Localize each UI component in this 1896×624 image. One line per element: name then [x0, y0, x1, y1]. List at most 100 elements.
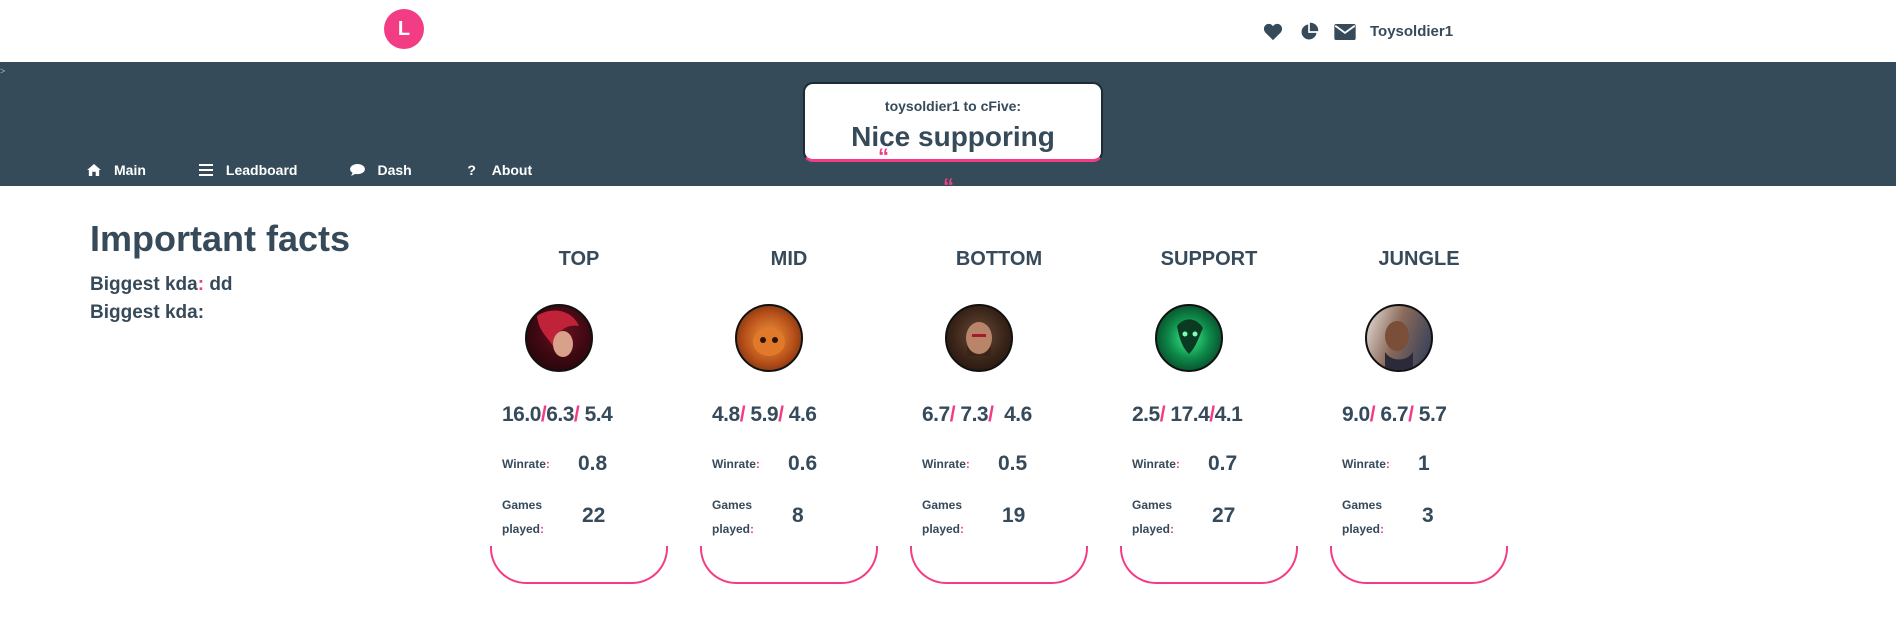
- winrate-label: Winrate:: [712, 457, 760, 471]
- message-text: Nice supporing: [851, 121, 1055, 152]
- label-colon: :: [545, 457, 550, 471]
- role-card-mid: MID 4.8/ 5.9/ 4.6 Winrate: 0.6 Games pla…: [700, 236, 878, 586]
- card-arc-border: [1120, 546, 1298, 584]
- list-icon: [198, 163, 214, 177]
- main-nav: Main Leadboard Dash ? About: [86, 162, 584, 178]
- label-colon: :: [965, 457, 970, 471]
- kda-separator: /: [1159, 403, 1166, 426]
- message-sender: toysoldier1 to cFive:: [884, 98, 1022, 114]
- kda-kills: 9.0: [1342, 403, 1370, 426]
- champion-portrait: [525, 304, 593, 372]
- kda-kills: 2.5: [1132, 403, 1160, 426]
- quote-mark-icon: “: [878, 144, 889, 169]
- kda-stats: 6.7/ 7.3/ 4.6: [922, 403, 1032, 427]
- kda-separator: /: [988, 403, 994, 426]
- games-played-label: Games played:: [712, 493, 772, 541]
- role-card-support: SUPPORT 2.5/ 17.4/4.1 Winrate: 0.7 Games…: [1120, 236, 1298, 586]
- winrate-label-text: Winrate: [502, 457, 546, 471]
- nav-leadboard[interactable]: Leadboard: [198, 162, 298, 178]
- kda-deaths: 17.4: [1170, 403, 1210, 426]
- pie-chart-icon[interactable]: [1298, 22, 1320, 42]
- games-played-label-text: Games played: [922, 498, 963, 536]
- label-colon: :: [1170, 522, 1175, 536]
- kda-assists: 4.1: [1214, 403, 1243, 426]
- winrate-label-text: Winrate: [712, 457, 756, 471]
- winrate-label: Winrate:: [502, 457, 550, 471]
- fact-item: Biggest kda:: [90, 302, 204, 324]
- games-played-value: 3: [1422, 504, 1434, 527]
- winrate-label-text: Winrate: [1342, 457, 1386, 471]
- role-title: SUPPORT: [1160, 248, 1258, 270]
- facts-title: Important facts: [90, 218, 351, 259]
- corner-caret-icon: >: [0, 66, 6, 76]
- winrate-label: Winrate:: [1132, 457, 1180, 471]
- header-banner: > toysoldier1 to cFive: Nice supporing “…: [0, 62, 1896, 199]
- champion-portrait: [945, 304, 1013, 372]
- games-played-label-text: Games played: [712, 498, 753, 536]
- role-title: TOP: [558, 248, 600, 270]
- winrate-value: 0.6: [788, 452, 818, 475]
- fact-label: Biggest kda: [90, 274, 198, 295]
- question-icon: ?: [467, 162, 476, 178]
- label-colon: :: [755, 457, 760, 471]
- label-colon: :: [1385, 457, 1390, 471]
- kda-stats: 2.5/ 17.4/4.1: [1132, 403, 1243, 427]
- card-arc-border: [910, 546, 1088, 584]
- games-played-label-text: Games played: [1132, 498, 1173, 536]
- games-played-label-text: Games played: [1342, 498, 1383, 536]
- role-title: MID: [770, 248, 808, 270]
- kda-separator: /: [1408, 403, 1414, 426]
- heart-icon[interactable]: [1262, 22, 1284, 42]
- champion-portrait: [1155, 304, 1223, 372]
- card-arc-border: [1330, 546, 1508, 584]
- kda-separator: /: [949, 403, 956, 426]
- games-played-label: Games played:: [1342, 493, 1402, 541]
- chat-icon: [349, 163, 365, 177]
- kda-assists: 4.6: [1004, 403, 1032, 426]
- username-link[interactable]: Toysoldier1: [1370, 23, 1453, 40]
- fact-label: Biggest kda: [90, 302, 198, 323]
- label-colon: :: [1380, 522, 1385, 536]
- champion-portrait: [1365, 304, 1433, 372]
- role-card-top: TOP 16.0/6.3/ 5.4 Winrate: 0.8 Games pla…: [490, 236, 668, 586]
- kda-assists: 5.7: [1418, 403, 1447, 426]
- games-played-value: 22: [582, 504, 606, 527]
- nav-leadboard-label: Leadboard: [225, 162, 298, 178]
- top-icons: [1262, 22, 1356, 42]
- nav-dash[interactable]: Dash: [349, 162, 412, 178]
- games-played-value: 8: [792, 504, 804, 527]
- kda-deaths: 6.3: [546, 403, 574, 426]
- label-colon: :: [750, 522, 755, 536]
- fact-item: Biggest kda: dd: [90, 274, 233, 296]
- home-icon: [86, 163, 102, 177]
- nav-dash-label: Dash: [377, 162, 412, 178]
- kda-deaths: 5.9: [750, 403, 779, 426]
- kda-kills: 4.8: [712, 403, 740, 426]
- nav-about[interactable]: ? About: [464, 162, 532, 178]
- role-title: BOTTOM: [955, 248, 1043, 270]
- winrate-value: 0.8: [578, 452, 608, 475]
- quote-mark-icon: “: [943, 174, 954, 199]
- nav-main[interactable]: Main: [86, 162, 146, 178]
- kda-separator: /: [778, 403, 784, 426]
- label-colon: :: [1175, 457, 1180, 471]
- winrate-label: Winrate:: [922, 457, 970, 471]
- games-played-label: Games played:: [1132, 493, 1192, 541]
- games-played-label-text: Games played: [502, 498, 543, 536]
- games-played-value: 19: [1002, 504, 1026, 527]
- message-box: toysoldier1 to cFive: Nice supporing “ “: [803, 82, 1103, 199]
- winrate-label-text: Winrate: [1132, 457, 1176, 471]
- kda-stats: 9.0/ 6.7/ 5.7: [1342, 403, 1447, 427]
- kda-assists: 5.4: [584, 403, 613, 426]
- role-card-bottom: BOTTOM 6.7/ 7.3/ 4.6 Winrate: 0.5 Games …: [910, 236, 1088, 586]
- kda-separator: /: [573, 403, 580, 426]
- role-card-jungle: JUNGLE 9.0/ 6.7/ 5.7 Winrate: 1 Games pl…: [1330, 236, 1508, 586]
- card-arc-border: [490, 546, 668, 584]
- winrate-label-text: Winrate: [922, 457, 966, 471]
- winrate-value: 1: [1418, 452, 1430, 475]
- envelope-icon[interactable]: [1334, 22, 1356, 42]
- logo[interactable]: L: [384, 9, 424, 49]
- kda-deaths: 6.7: [1380, 403, 1409, 426]
- card-arc-border: [700, 546, 878, 584]
- fact-colon: :: [197, 302, 205, 323]
